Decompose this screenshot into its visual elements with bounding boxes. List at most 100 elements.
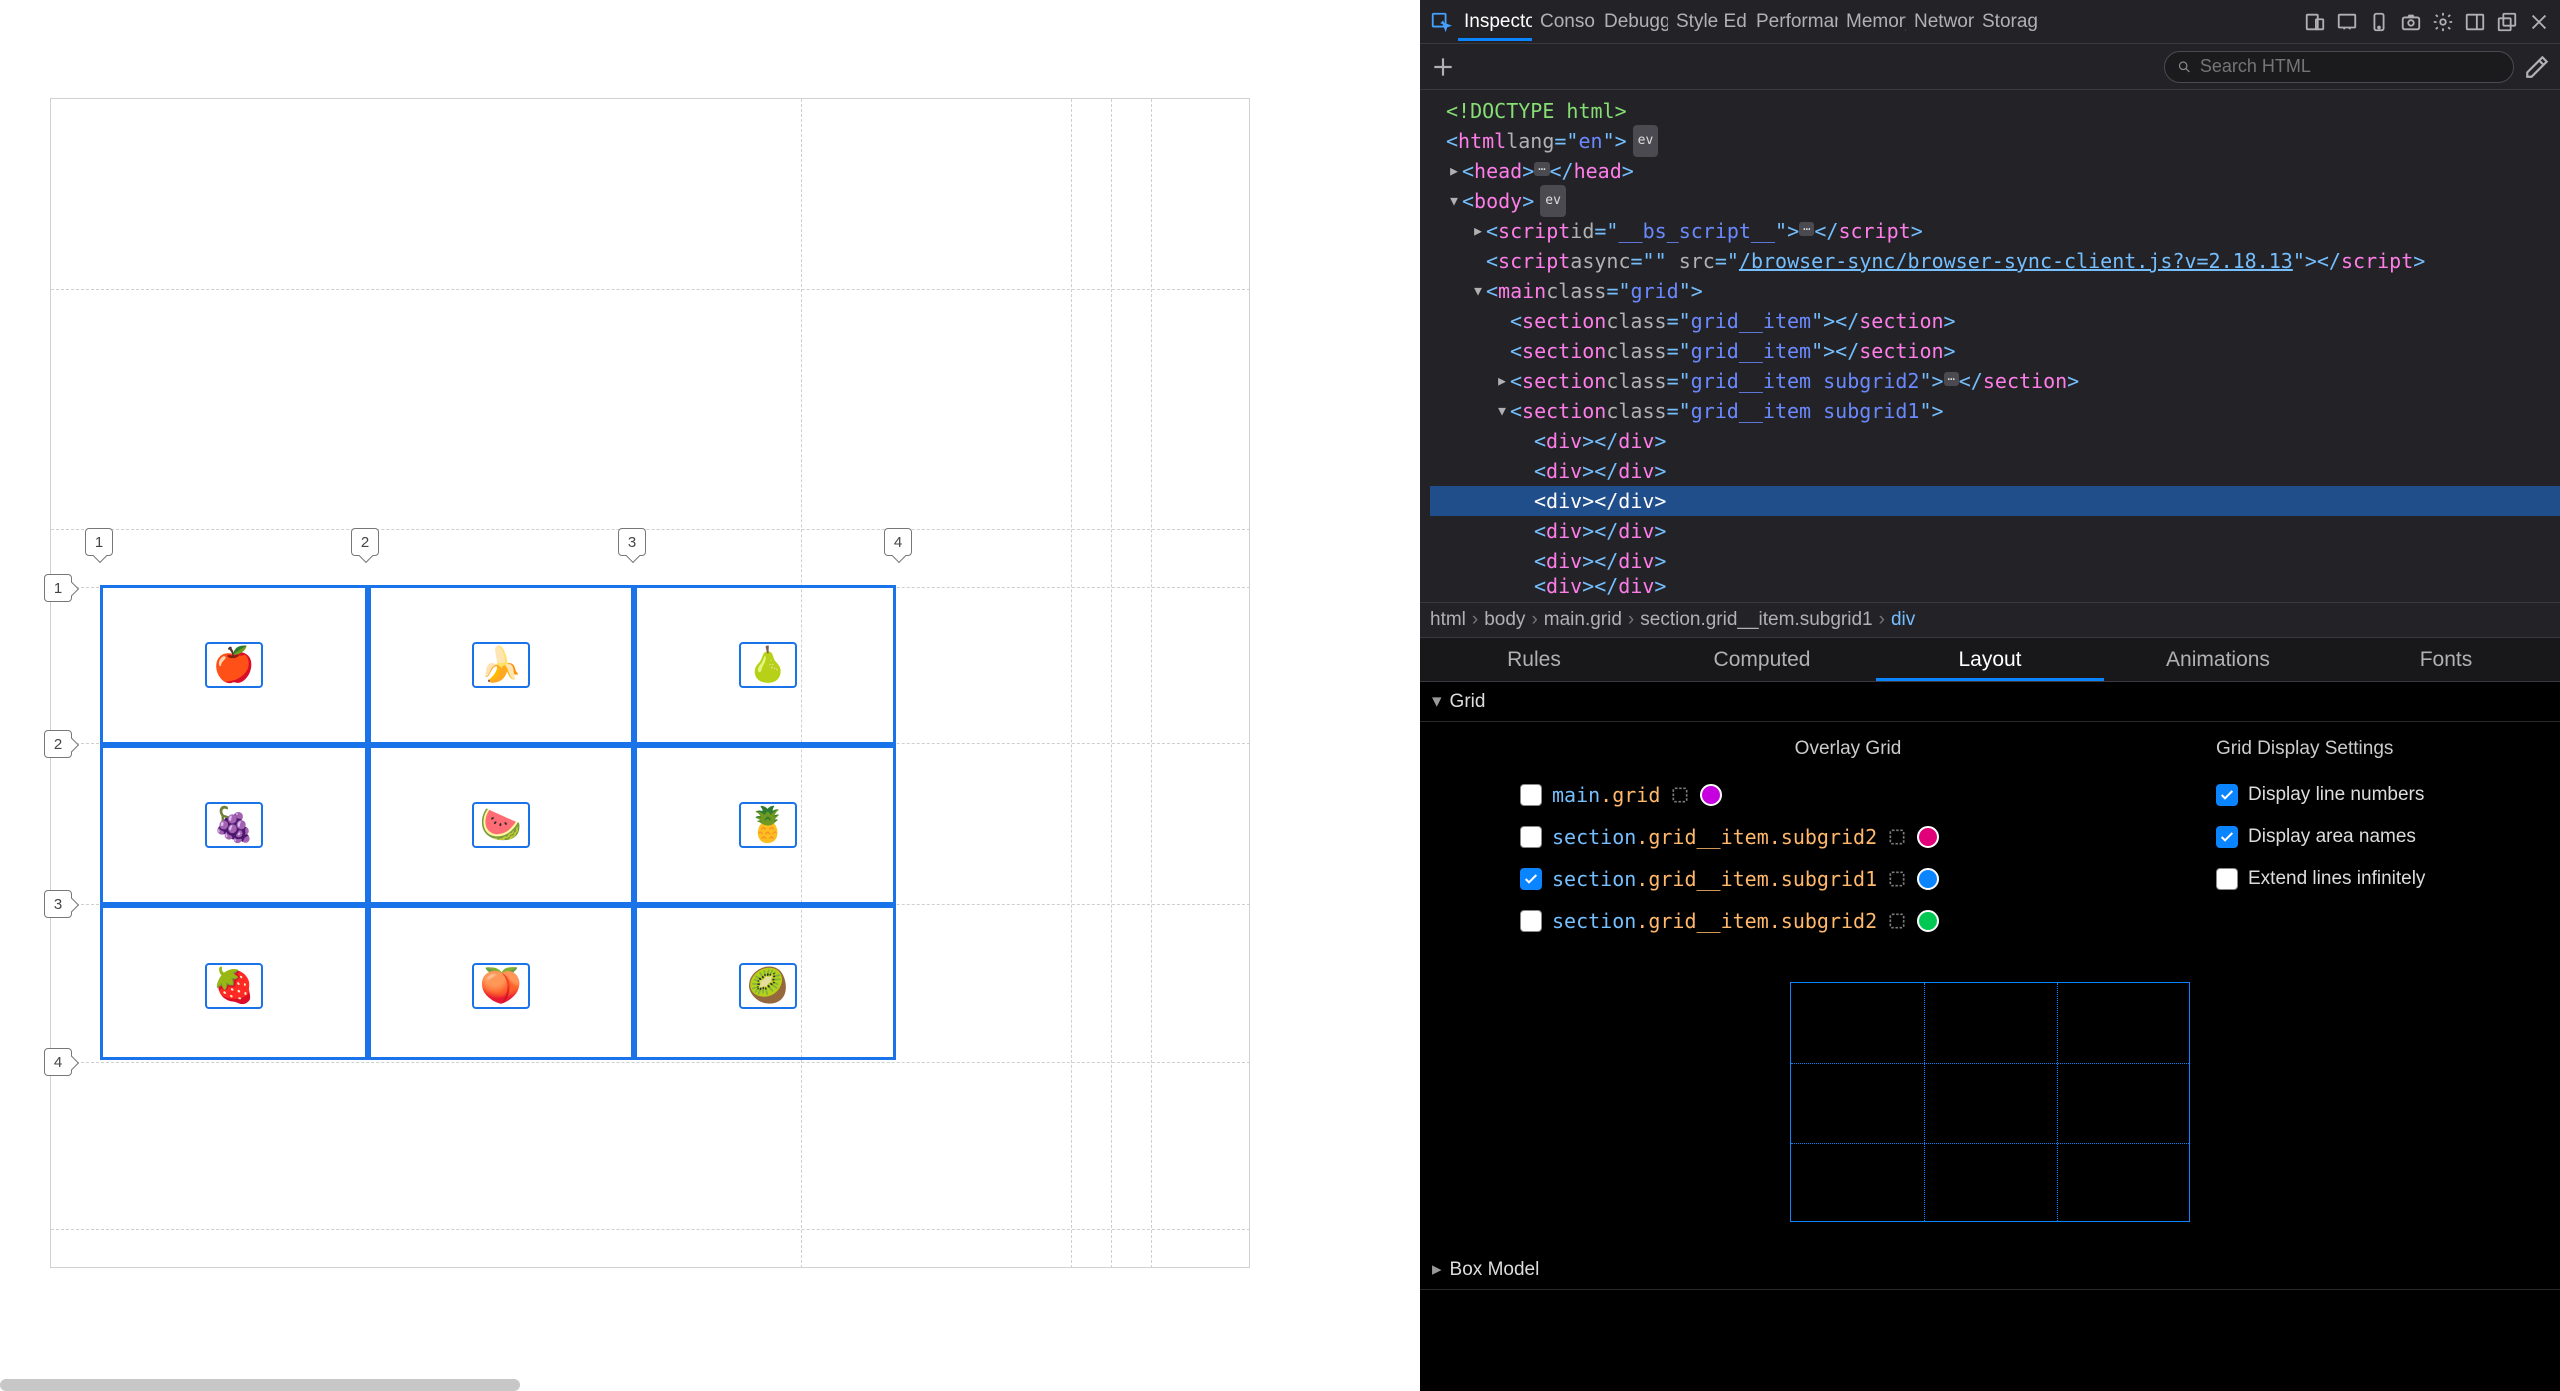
- grid-cell: 🍉: [472, 802, 530, 848]
- grid-line-row-3: 3: [44, 890, 72, 918]
- setting-label: Extend lines infinitely: [2248, 868, 2425, 890]
- grid-line-row-1: 1: [44, 574, 72, 602]
- pick-element-icon[interactable]: [1426, 7, 1456, 37]
- crumb[interactable]: html: [1430, 609, 1466, 631]
- overlay-selector[interactable]: section.grid__item.subgrid2: [1552, 825, 1877, 849]
- subtab-computed[interactable]: Computed: [1648, 639, 1876, 681]
- ellipsis-icon[interactable]: ⋯: [1944, 372, 1959, 386]
- grid-line-col-2: 2: [351, 528, 379, 556]
- tab-style-editor[interactable]: Style Editor: [1670, 3, 1748, 41]
- search-html-field[interactable]: [2200, 56, 2501, 77]
- overlay-checkbox[interactable]: [1520, 826, 1542, 848]
- twisty-icon[interactable]: [1494, 365, 1510, 395]
- ellipsis-icon[interactable]: ⋯: [1799, 222, 1814, 236]
- grid-section-title: Grid: [1450, 691, 1486, 713]
- boxmodel-accordion[interactable]: Box Model: [1420, 1250, 2560, 1290]
- boxmodel-section-title: Box Model: [1450, 1259, 1540, 1281]
- highlight-node-icon[interactable]: [1887, 827, 1907, 847]
- breadcrumb[interactable]: html› body› main.grid› section.grid__ite…: [1420, 602, 2560, 638]
- overlay-grid-row: section.grid__item.subgrid1: [1520, 858, 2176, 900]
- tab-inspector[interactable]: Inspector: [1458, 3, 1532, 41]
- grid-line-row-2: 2: [44, 730, 72, 758]
- search-html-input[interactable]: [2164, 51, 2514, 83]
- grid-cell: 🍌: [472, 642, 530, 688]
- crumb-current[interactable]: div: [1891, 609, 1915, 631]
- markup-view[interactable]: <!DOCTYPE html> <html lang="en">ev <head…: [1420, 90, 2560, 602]
- grid-setting-row: Display area names: [2216, 816, 2536, 858]
- color-swatch[interactable]: [1917, 826, 1939, 848]
- setting-checkbox[interactable]: [2216, 784, 2238, 806]
- tab-performance[interactable]: Performance: [1750, 3, 1838, 41]
- edit-as-html-icon[interactable]: [2524, 54, 2550, 80]
- setting-checkbox[interactable]: [2216, 826, 2238, 848]
- popout-icon[interactable]: [2492, 7, 2522, 37]
- grid-settings-title: Grid Display Settings: [2216, 738, 2536, 760]
- subtab-fonts[interactable]: Fonts: [2332, 639, 2560, 681]
- subtab-rules[interactable]: Rules: [1420, 639, 1648, 681]
- grid-cell: 🍎: [205, 642, 263, 688]
- inspector-subtabs: Rules Computed Layout Animations Fonts: [1420, 638, 2560, 682]
- twisty-icon[interactable]: [1446, 185, 1462, 215]
- grid-outline-preview: [1790, 982, 2190, 1222]
- mobile-icon[interactable]: [2364, 7, 2394, 37]
- page-preview[interactable]: 🍎 🍌 🍐 🍇 🍉 🍍 🍓 🍑 🥝 1 2 3 4 1 2 3 4: [0, 0, 1420, 1391]
- overlay-checkbox[interactable]: [1520, 784, 1542, 806]
- tab-console[interactable]: Console: [1534, 3, 1596, 41]
- iframe-picker-icon[interactable]: [2332, 7, 2362, 37]
- overlay-grid-row: section.grid__item.subgrid2: [1520, 816, 2176, 858]
- grid-cell: 🥝: [739, 963, 797, 1009]
- event-badge[interactable]: ev: [1540, 185, 1566, 217]
- screenshot-icon[interactable]: [2396, 7, 2426, 37]
- subtab-animations[interactable]: Animations: [2104, 639, 2332, 681]
- highlight-node-icon[interactable]: [1670, 785, 1690, 805]
- dock-side-icon[interactable]: [2460, 7, 2490, 37]
- grid-line-col-4: 4: [884, 528, 912, 556]
- new-node-button[interactable]: [1430, 54, 1456, 80]
- grid-cell: 🍓: [205, 963, 263, 1009]
- grid-line-col-1: 1: [85, 528, 113, 556]
- twisty-icon[interactable]: [1494, 395, 1510, 425]
- grid-setting-row: Display line numbers: [2216, 774, 2536, 816]
- chevron-right-icon: [1432, 1258, 1442, 1281]
- setting-label: Display area names: [2248, 826, 2416, 848]
- grid-cell: 🍑: [472, 963, 530, 1009]
- horizontal-scrollbar[interactable]: [0, 1379, 520, 1391]
- grid-accordion[interactable]: Grid: [1420, 682, 2560, 722]
- crumb[interactable]: section.grid__item.subgrid1: [1640, 609, 1872, 631]
- overlay-checkbox[interactable]: [1520, 868, 1542, 890]
- chevron-down-icon: [1432, 690, 1442, 713]
- crumb[interactable]: body: [1484, 609, 1525, 631]
- crumb[interactable]: main.grid: [1544, 609, 1622, 631]
- setting-label: Display line numbers: [2248, 784, 2424, 806]
- event-badge[interactable]: ev: [1633, 125, 1659, 157]
- selected-node[interactable]: <div></div>: [1430, 486, 2560, 516]
- color-swatch[interactable]: [1917, 868, 1939, 890]
- responsive-mode-icon[interactable]: [2300, 7, 2330, 37]
- overlay-grid-row: section.grid__item.subgrid2: [1520, 900, 2176, 942]
- grid-cell: 🍐: [739, 642, 797, 688]
- settings-icon[interactable]: [2428, 7, 2458, 37]
- overlay-checkbox[interactable]: [1520, 910, 1542, 932]
- tab-debugger[interactable]: Debugger: [1598, 3, 1668, 41]
- subtab-layout[interactable]: Layout: [1876, 639, 2104, 681]
- doctype: <!DOCTYPE html>: [1446, 96, 1627, 126]
- highlight-node-icon[interactable]: [1887, 911, 1907, 931]
- highlight-node-icon[interactable]: [1887, 869, 1907, 889]
- color-swatch[interactable]: [1700, 784, 1722, 806]
- overlay-selector[interactable]: section.grid__item.subgrid2: [1552, 909, 1877, 933]
- twisty-icon[interactable]: [1470, 215, 1486, 245]
- ellipsis-icon[interactable]: ⋯: [1534, 162, 1549, 176]
- tab-network[interactable]: Network: [1908, 3, 1974, 41]
- tab-storage[interactable]: Storage: [1976, 3, 2038, 41]
- tab-memory[interactable]: Memory: [1840, 3, 1906, 41]
- twisty-icon[interactable]: [1470, 275, 1486, 305]
- overlay-selector[interactable]: section.grid__item.subgrid1: [1552, 867, 1877, 891]
- setting-checkbox[interactable]: [2216, 868, 2238, 890]
- color-swatch[interactable]: [1917, 910, 1939, 932]
- overlay-grid-row: main.grid: [1520, 774, 2176, 816]
- overlay-selector[interactable]: main.grid: [1552, 783, 1660, 807]
- grid-cell: 🍍: [739, 802, 797, 848]
- twisty-icon[interactable]: [1446, 155, 1462, 185]
- devtools-toolbar: Inspector Console Debugger Style Editor …: [1420, 0, 2560, 44]
- close-devtools-icon[interactable]: [2524, 7, 2554, 37]
